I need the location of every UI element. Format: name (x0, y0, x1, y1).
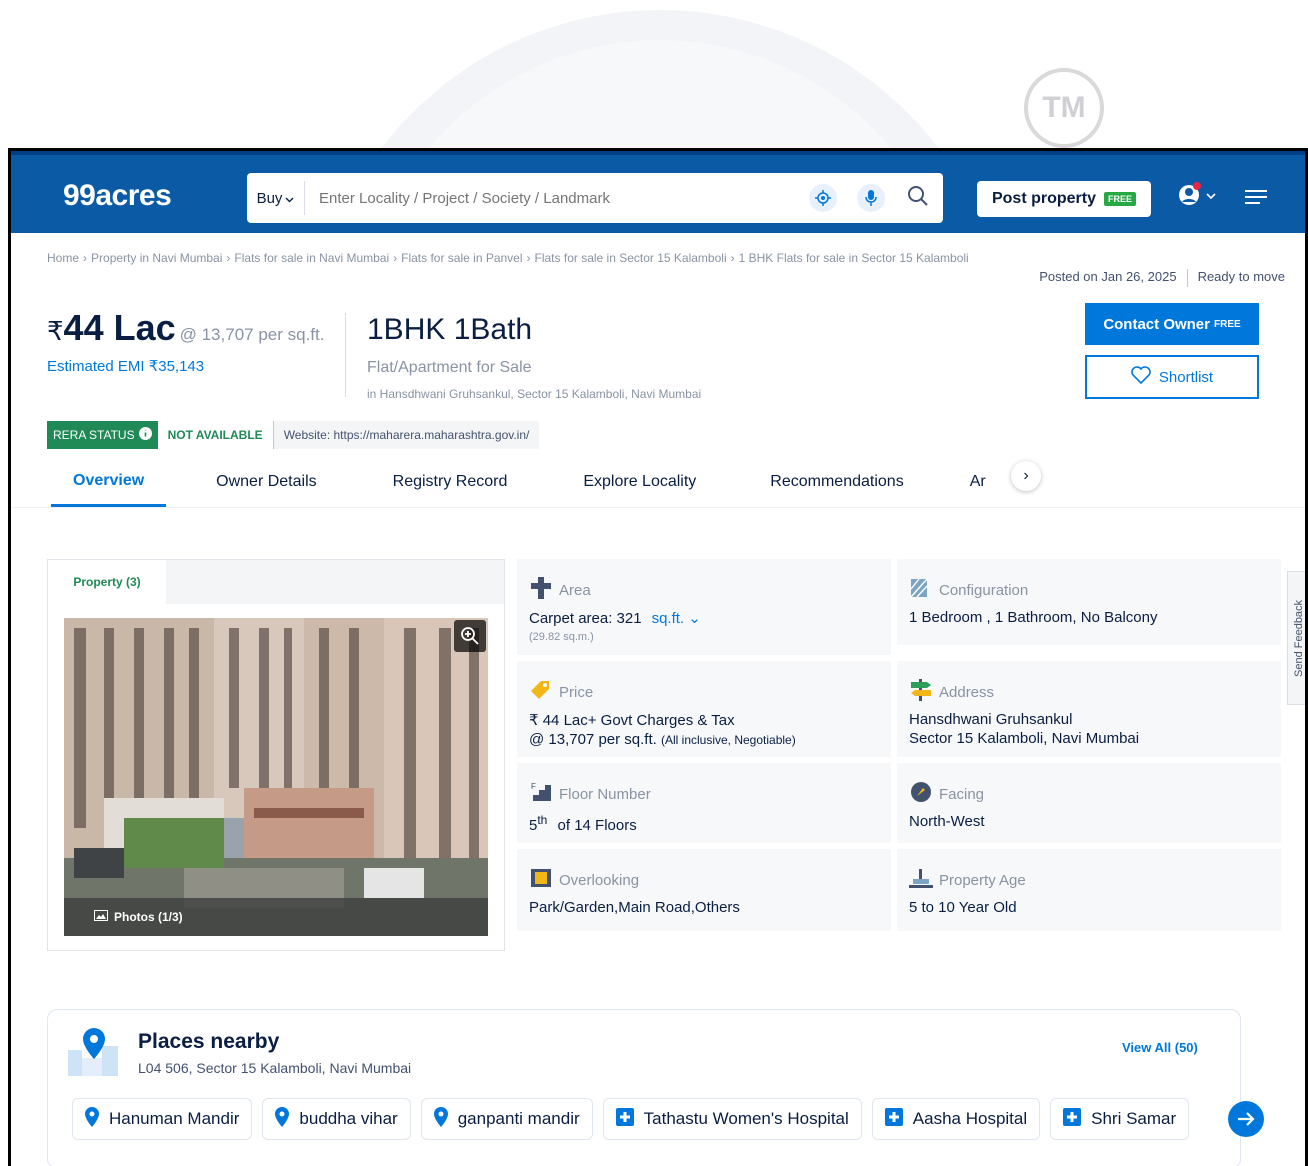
shortlist-button[interactable]: Shortlist (1085, 355, 1259, 399)
places-nearby-title: Places nearby (138, 1030, 280, 1053)
zoom-in-icon[interactable] (454, 620, 486, 652)
chevron-down-icon (285, 190, 294, 207)
breadcrumb-item[interactable]: Flats for sale in Navi Mumbai (234, 251, 389, 265)
contact-owner-button[interactable]: Contact Owner FREE (1085, 303, 1259, 345)
breadcrumb-item[interactable]: Property in Navi Mumbai (91, 251, 222, 265)
detail-floor: F Floor Number 5th of 14 Floors (517, 763, 891, 843)
place-chip[interactable]: Shri Samar (1050, 1098, 1190, 1140)
map-pin-icon (433, 1106, 448, 1132)
posted-date: Posted on Jan 26, 2025 (1039, 269, 1177, 284)
compass-icon (909, 781, 933, 807)
hospital-icon (1063, 1107, 1082, 1131)
rera-status-value: NOT AVAILABLE (167, 428, 263, 442)
user-account-icon[interactable] (1177, 181, 1225, 216)
microphone-icon[interactable] (857, 184, 885, 212)
buy-label: Buy (256, 189, 283, 207)
tab-registry-record[interactable]: Registry Record (393, 457, 508, 507)
price-tag-icon (529, 679, 553, 705)
heart-icon (1131, 366, 1151, 388)
tabs-next-button[interactable]: › (1011, 461, 1041, 491)
detail-configuration: Configuration 1 Bedroom , 1 Bathroom, No… (897, 559, 1281, 645)
svg-text:F: F (531, 782, 536, 791)
tab-overview[interactable]: Overview (51, 457, 167, 507)
post-property-label: Post property (991, 190, 1096, 207)
area-icon (529, 577, 553, 603)
breadcrumb-item[interactable]: Home (47, 251, 79, 265)
estimated-emi-link[interactable]: Estimated EMI ₹35,143 (47, 357, 204, 375)
configuration-icon (909, 577, 933, 603)
price-block: ₹44 Lac @ 13,707 per sq.ft. (47, 307, 324, 349)
area-unit-dropdown[interactable]: sq.ft. ⌄ (652, 610, 701, 627)
tab-recommendations[interactable]: Recommendations (770, 457, 903, 507)
breadcrumb-item[interactable]: Flats for sale in Sector 15 Kalamboli (535, 251, 727, 265)
rera-row: RERA STATUS NOT AVAILABLE Website: https… (47, 421, 540, 449)
site-logo[interactable]: 99acres (63, 179, 172, 213)
place-chip[interactable]: ganpanti mandir (420, 1098, 593, 1140)
detail-overlooking: Overlooking Park/Garden,Main Road,Others (517, 849, 891, 931)
view-all-link[interactable]: View All (50) (1122, 1040, 1198, 1055)
detail-facing: Facing North-West (897, 763, 1281, 843)
detail-property-age: Property Age 5 to 10 Year Old (897, 849, 1281, 931)
listing-title: 1BHK 1Bath (367, 313, 533, 346)
tab-owner-details[interactable]: Owner Details (216, 457, 316, 507)
place-chip[interactable]: Hanuman Mandir (72, 1098, 253, 1140)
detail-address: Address Hansdhwani Gruhsankul Sector 15 … (897, 661, 1281, 757)
free-badge: FREE (1104, 192, 1137, 206)
search-bar: Buy (247, 173, 943, 223)
breadcrumb-item[interactable]: Flats for sale in Panvel (401, 251, 522, 265)
places-nearby-address: L04 506, Sector 15 Kalamboli, Navi Mumba… (138, 1060, 412, 1076)
place-chip[interactable]: Tathastu Women's Hospital (602, 1098, 862, 1140)
map-pin-icon (275, 1106, 290, 1132)
places-next-button[interactable] (1228, 1101, 1264, 1137)
watermark-area: TM (0, 0, 1308, 148)
rera-status-badge: RERA STATUS (47, 421, 158, 449)
location-map-icon (68, 1028, 120, 1083)
place-chip[interactable]: Aasha Hospital (871, 1098, 1041, 1140)
photos-counter-bar[interactable]: Photos (1/3) (64, 898, 488, 936)
tab-explore-locality[interactable]: Explore Locality (583, 457, 696, 507)
listing-location: in Hansdhwani Gruhsankul, Sector 15 Kala… (367, 387, 702, 401)
property-photo[interactable] (64, 618, 488, 936)
info-icon[interactable] (138, 427, 152, 443)
photo-card: Property (3) Photos (1/3) (47, 559, 505, 951)
property-details-grid: Area Carpet area: 321 sq.ft. ⌄ (29.82 sq.… (517, 559, 1281, 931)
signpost-icon (909, 679, 933, 705)
search-icon[interactable] (907, 185, 929, 212)
floor-icon: F (529, 781, 553, 807)
photo-tab-property[interactable]: Property (3) (48, 560, 166, 604)
tm-watermark: TM (1024, 68, 1104, 148)
post-property-button[interactable]: Post property FREE (977, 181, 1151, 217)
places-chips: Hanuman Mandir buddha vihar ganpanti man… (72, 1098, 1232, 1140)
search-input[interactable] (305, 189, 809, 207)
send-feedback-tab[interactable]: Send Feedback (1287, 571, 1305, 705)
breadcrumb-item[interactable]: 1 BHK Flats for sale in Sector 15 Kalamb… (739, 251, 969, 265)
site-header: 99acres Buy Post property FREE (11, 151, 1305, 233)
places-nearby-card: Places nearby L04 506, Sector 15 Kalambo… (47, 1009, 1264, 1166)
hospital-icon (615, 1107, 634, 1131)
image-icon (94, 910, 108, 924)
listing-price: ₹44 Lac (47, 307, 176, 348)
browser-frame: 99acres Buy Post property FREE (8, 148, 1308, 1166)
posted-info: Posted on Jan 26, 2025 Ready to move (1039, 269, 1285, 287)
property-age-icon (909, 867, 933, 893)
map-pin-icon (85, 1106, 99, 1132)
tab-amenities[interactable]: Ar (970, 457, 986, 507)
detail-area: Area Carpet area: 321 sq.ft. ⌄ (29.82 sq.… (517, 559, 891, 655)
breadcrumb: Home › Property in Navi Mumbai › Flats for… (47, 251, 969, 265)
hospital-icon (884, 1107, 903, 1131)
detail-price: Price ₹ 44 Lac+ Govt Charges & Tax @ 13,… (517, 661, 891, 757)
possession-status: Ready to move (1197, 269, 1285, 284)
hamburger-menu-icon[interactable] (1245, 189, 1267, 210)
price-per-sqft: @ 13,707 per sq.ft. (179, 325, 325, 344)
rera-website[interactable]: Website: https://maharera.maharashtra.go… (272, 421, 540, 449)
place-chip[interactable]: buddha vihar (262, 1098, 411, 1140)
buy-dropdown[interactable]: Buy (247, 181, 305, 215)
listing-subtitle: Flat/Apartment for Sale (367, 359, 532, 376)
section-tabs: Overview Owner Details Registry Record E… (51, 457, 986, 507)
window-icon (529, 867, 553, 893)
locate-me-icon[interactable] (809, 184, 837, 212)
